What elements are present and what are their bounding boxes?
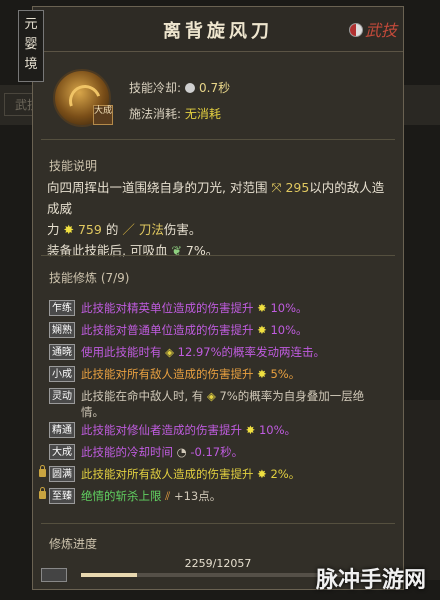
cost-stat: 施法消耗: 无消耗 bbox=[129, 105, 221, 122]
cooldown-label: 技能冷却: bbox=[129, 81, 182, 95]
chance-icon: ◈ bbox=[165, 345, 175, 359]
sun-icon: ✸ bbox=[257, 467, 267, 481]
training-text: 此技能对所有敌人造成的伤害提升 bbox=[81, 467, 254, 481]
clock-icon bbox=[185, 83, 196, 93]
cost-label: 施法消耗: bbox=[129, 107, 182, 121]
training-value: 10%。 bbox=[270, 323, 308, 337]
training-value: 10%。 bbox=[270, 301, 308, 315]
element-icon bbox=[349, 23, 363, 37]
sun-icon: ✸ bbox=[257, 367, 267, 381]
stage-tag: 通晓 bbox=[49, 344, 75, 360]
training-text: 此技能在命中敌人时, 有 bbox=[81, 389, 204, 403]
divider bbox=[41, 523, 395, 524]
desc-line-2: 力 ✸ 759 的 ／ 刀法伤害。 bbox=[47, 219, 393, 240]
training-row: 精通 此技能对修仙者造成的伤害提升 ✸ 10%。 bbox=[45, 419, 397, 441]
desc-text: 力 bbox=[47, 222, 60, 237]
training-text: 绝情的斩杀上限 bbox=[81, 489, 162, 503]
progress-fill bbox=[81, 573, 138, 577]
skill-description: 向四周挥出一道围绕自身的刀光, 对范围 ⤧ 295以内的敌人造成威 力 ✸ 75… bbox=[47, 177, 393, 261]
training-text: 此技能对普通单位造成的伤害提升 bbox=[81, 323, 254, 337]
training-list: 乍练 此技能对精英单位造成的伤害提升 ✸ 10%。 娴熟 此技能对普通单位造成的伤害… bbox=[39, 297, 397, 507]
training-text: 此技能对精英单位造成的伤害提升 bbox=[81, 301, 254, 315]
range-icon: ⤧ bbox=[271, 180, 282, 195]
lock-icon bbox=[39, 465, 46, 477]
training-value: 5%。 bbox=[270, 367, 301, 381]
sun-icon: ✸ bbox=[257, 301, 267, 315]
training-row: 圆满 此技能对所有敌人造成的伤害提升 ✸ 2%。 bbox=[39, 463, 397, 485]
chance-icon: ◈ bbox=[206, 389, 216, 403]
realm-tag: 元婴境 bbox=[18, 10, 44, 82]
slash-icon: ⫽ bbox=[165, 489, 171, 503]
range-value: 295 bbox=[285, 180, 310, 195]
description-title: 技能说明 bbox=[49, 159, 98, 173]
sun-icon: ✸ bbox=[245, 423, 256, 437]
progress-title: 修炼进度 bbox=[49, 537, 98, 551]
stage-tag: 小成 bbox=[49, 366, 75, 382]
cooldown-value: 0.7秒 bbox=[199, 81, 231, 95]
training-row: 通晓 使用此技能时有 ◈ 12.97%的概率发动两连击。 bbox=[45, 341, 397, 363]
stage-tag: 至臻 bbox=[49, 488, 75, 504]
watermark: 脉冲手游网 bbox=[315, 568, 426, 593]
training-value: +13点。 bbox=[173, 489, 222, 503]
stage-tag: 灵动 bbox=[49, 388, 75, 404]
training-text: 此技能对修仙者造成的伤害提升 bbox=[81, 423, 242, 437]
stage-tag: 精通 bbox=[49, 422, 75, 438]
stage-tag: 圆满 bbox=[49, 466, 75, 482]
training-row: 至臻 绝情的斩杀上限 ⫽ +13点。 bbox=[39, 485, 397, 507]
cost-value: 无消耗 bbox=[184, 107, 221, 121]
lock-icon bbox=[39, 487, 46, 499]
desc-line-1: 向四周挥出一道围绕自身的刀光, 对范围 ⤧ 295以内的敌人造成威 bbox=[47, 177, 393, 219]
training-row: 灵动 此技能在命中敌人时, 有 ◈ 7%的概率为自身叠加一层绝情。 bbox=[45, 385, 397, 419]
desc-text: 向四周挥出一道围绕自身的刀光, 对范围 bbox=[47, 180, 268, 195]
desc-text: 伤害。 bbox=[163, 222, 202, 237]
training-text: 此技能对所有敌人造成的伤害提升 bbox=[81, 367, 254, 381]
training-row: 乍练 此技能对精英单位造成的伤害提升 ✸ 10%。 bbox=[45, 297, 397, 319]
training-row: 大成 此技能的冷却时间 ◔ -0.17秒。 bbox=[45, 441, 397, 463]
skill-detail-panel: 离背旋风刀 武技 大成 技能冷却: 0.7秒 施法消耗: 无消耗 技能说明 向四周… bbox=[32, 6, 404, 590]
sun-icon: ✸ bbox=[257, 323, 267, 337]
skill-title: 离背旋风刀 bbox=[163, 21, 273, 42]
desc-text: 的 bbox=[105, 222, 119, 237]
clock-icon: ◔ bbox=[176, 445, 187, 459]
stage-tag: 乍练 bbox=[49, 300, 75, 316]
training-value: 12.97%的概率发动两连击。 bbox=[177, 345, 326, 359]
rank-badge: 大成 bbox=[93, 105, 113, 125]
desc-line-3: 装备此技能后, 可吸血 ❦ 7%。 bbox=[47, 240, 393, 261]
training-row: 小成 此技能对所有敌人造成的伤害提升 ✸ 5%。 bbox=[45, 363, 397, 385]
cooldown-stat: 技能冷却: 0.7秒 bbox=[129, 79, 230, 96]
training-row: 娴熟 此技能对普通单位造成的伤害提升 ✸ 10%。 bbox=[45, 319, 397, 341]
panel-header: 离背旋风刀 武技 bbox=[33, 7, 403, 52]
training-text: 使用此技能时有 bbox=[81, 345, 162, 359]
power-icon: ✸ bbox=[63, 222, 74, 237]
stage-tag: 娴熟 bbox=[49, 322, 75, 338]
blade-type-icon: ／ bbox=[122, 222, 135, 237]
divider bbox=[41, 139, 395, 140]
training-title: 技能修炼 (7/9) bbox=[49, 271, 130, 285]
divider bbox=[41, 255, 395, 256]
wuji-logo: 武技 bbox=[364, 21, 397, 40]
training-text: 此技能的冷却时间 bbox=[81, 445, 173, 459]
training-value: 2%。 bbox=[270, 467, 301, 481]
power-value: 759 bbox=[77, 222, 102, 237]
dao-type: 刀法 bbox=[138, 222, 164, 237]
stage-tag: 大成 bbox=[49, 444, 75, 460]
training-value: 10%。 bbox=[258, 423, 297, 437]
training-value: -0.17秒。 bbox=[190, 445, 244, 459]
progress-lock-icon bbox=[41, 568, 67, 582]
background-side-panel bbox=[400, 400, 440, 580]
